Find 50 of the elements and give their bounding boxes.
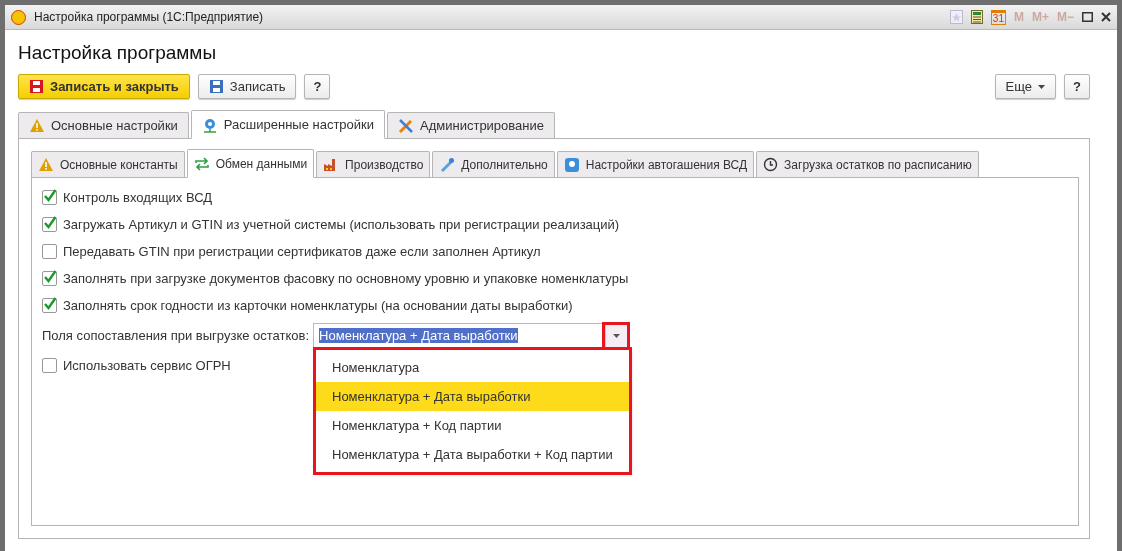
warning-icon — [38, 157, 54, 172]
dropdown-item[interactable]: Номенклатура — [316, 353, 629, 382]
checkbox-label: Контроль входящих ВСД — [63, 190, 213, 205]
tab[interactable]: Производство — [316, 151, 431, 177]
checkbox-label: Использовать сервис ОГРН — [63, 358, 231, 373]
checkbox[interactable] — [42, 190, 57, 205]
help-button[interactable]: ? — [1064, 74, 1090, 99]
dropdown-item[interactable]: Номенклатура + Дата выработки + Код партии — [316, 440, 629, 469]
tab[interactable]: Дополнительно — [432, 151, 555, 177]
maximize-icon[interactable] — [1082, 12, 1093, 22]
tab[interactable]: Администрирование — [387, 112, 555, 138]
page-title: Настройка программы — [18, 42, 218, 64]
tab[interactable]: Расширенные настройки — [190, 110, 386, 139]
tab[interactable]: Основные настройки — [18, 112, 189, 138]
tab[interactable]: Основные константы — [31, 151, 185, 177]
warning-icon — [29, 118, 45, 133]
dropdown-item[interactable]: Номенклатура + Код партии — [316, 411, 629, 440]
app-logo — [11, 9, 26, 25]
calendar-icon[interactable]: 31 — [990, 9, 1006, 25]
checkbox[interactable] — [42, 244, 57, 259]
dropdown-item[interactable]: Номенклатура + Дата выработки — [316, 382, 629, 411]
badge-icon — [563, 156, 580, 173]
checkbox-label: Передавать GTIN при регистрации сертификатов даже если заполнен Артикул — [63, 244, 541, 259]
save-button[interactable]: Записать и закрыть — [18, 74, 190, 99]
save-button[interactable]: Записать — [197, 74, 297, 99]
checkbox[interactable] — [42, 298, 57, 313]
checkbox[interactable] — [42, 358, 57, 373]
tools-icon — [398, 117, 415, 134]
caret-icon — [613, 333, 621, 338]
checkbox-label: Заполнять при загрузке документов фасовку по основному уровню и упаковке номенклатуры — [63, 271, 629, 286]
checkbox[interactable] — [42, 271, 57, 286]
tab[interactable]: Настройки автогашения ВСД — [556, 151, 755, 177]
field-label: Поля сопоставления при выгрузке остатков: — [42, 328, 310, 343]
tab[interactable]: Обмен данными — [186, 149, 315, 178]
save-icon — [208, 79, 224, 94]
more-button[interactable]: Еще — [994, 74, 1057, 99]
dropdown-button[interactable] — [605, 324, 628, 347]
exchange-icon — [193, 156, 210, 171]
calculator-icon[interactable] — [970, 10, 983, 24]
caret-icon — [1038, 84, 1046, 89]
window-title: Настройка программы (1С:Предприятие) — [34, 10, 265, 24]
checkbox-label: Загружать Артикул и GTIN из учетной системы (использовать при регистрации реализаций) — [63, 217, 620, 232]
checkbox[interactable] — [42, 217, 57, 232]
close-icon[interactable] — [1101, 12, 1111, 22]
clock-icon — [763, 157, 779, 172]
star-icon[interactable] — [949, 10, 963, 24]
checkbox-label: Заполнять срок годности из карточки номенклатуры (на основании даты выработки) — [63, 298, 573, 313]
tab[interactable]: Загрузка остатков по расписанию — [756, 151, 979, 177]
help-button[interactable]: ? — [304, 74, 331, 99]
save-icon — [29, 79, 44, 94]
